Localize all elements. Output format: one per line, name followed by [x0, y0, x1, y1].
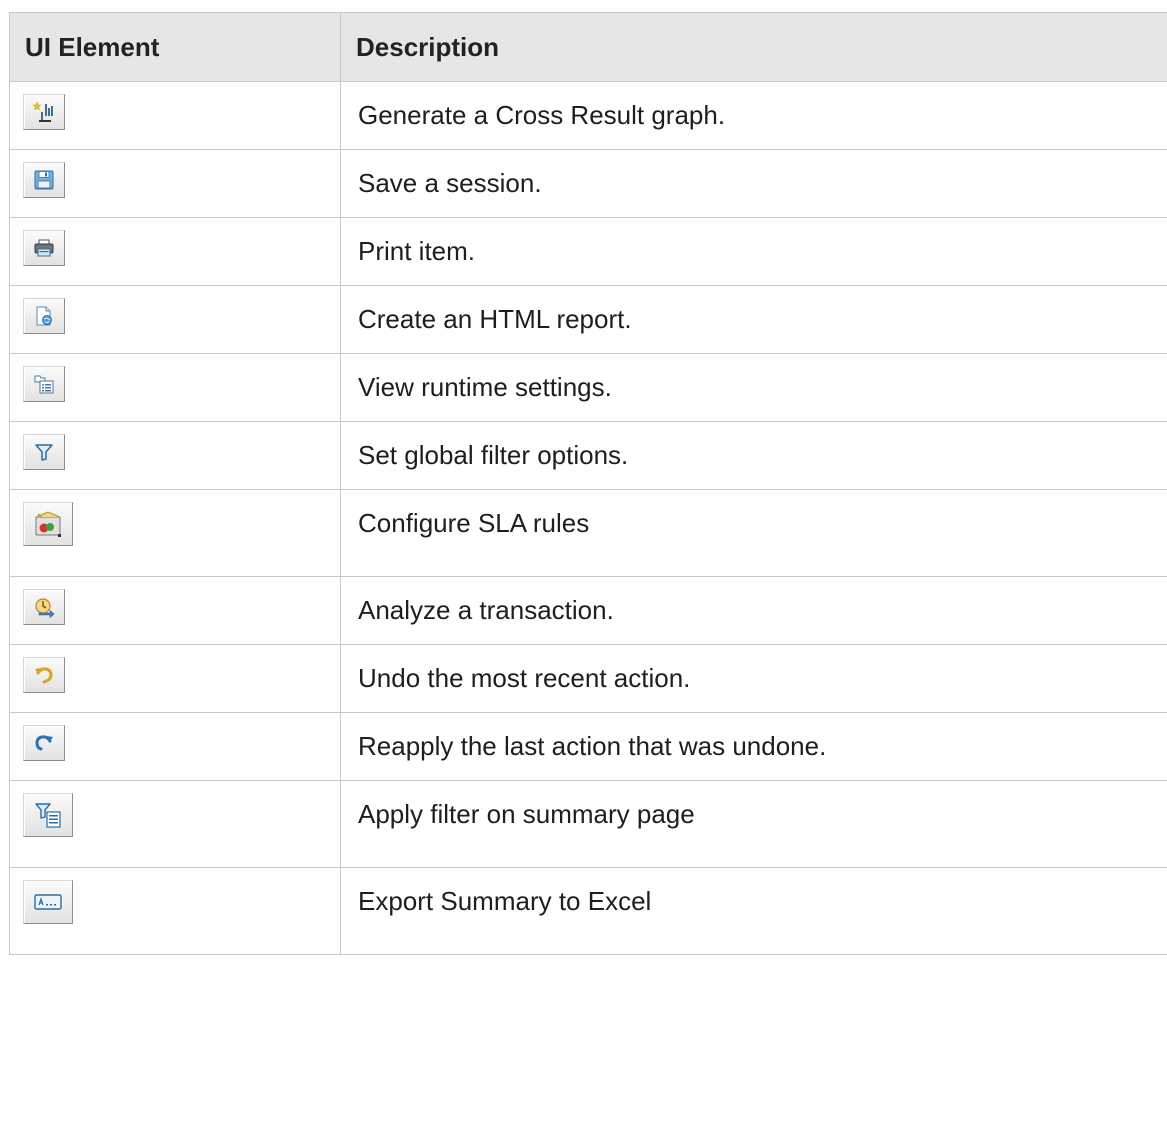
- row-description: Apply filter on summary page: [358, 799, 695, 829]
- ui-element-cell: [9, 285, 341, 354]
- summary-filter-button[interactable]: [23, 793, 73, 837]
- ui-element-cell: [9, 489, 341, 577]
- table-row: Generate a Cross Result graph.: [9, 81, 1167, 150]
- sla-rules-icon: [35, 511, 61, 537]
- ui-element-cell: [9, 576, 341, 645]
- description-cell: Configure SLA rules: [340, 489, 1167, 577]
- html-report-button[interactable]: [23, 298, 65, 334]
- save-button[interactable]: [23, 162, 65, 198]
- print-button[interactable]: [23, 230, 65, 266]
- analyze-transaction-button[interactable]: [23, 589, 65, 625]
- row-description: Generate a Cross Result graph.: [358, 100, 726, 130]
- filter-icon: [35, 444, 53, 461]
- redo-button[interactable]: [23, 725, 65, 761]
- description-cell: Export Summary to Excel: [340, 867, 1167, 955]
- ui-element-cell: [9, 217, 341, 286]
- description-cell: Apply filter on summary page: [340, 780, 1167, 868]
- sla-rules-button[interactable]: [23, 502, 73, 546]
- row-description: Undo the most recent action.: [358, 663, 691, 693]
- row-description: Set global filter options.: [358, 440, 629, 470]
- runtime-settings-icon: [34, 375, 54, 394]
- table-row: Create an HTML report.: [9, 285, 1167, 354]
- table-row: Set global filter options.: [9, 421, 1167, 490]
- table-row: View runtime settings.: [9, 353, 1167, 422]
- table-row: Analyze a transaction.: [9, 576, 1167, 645]
- table-row: Undo the most recent action.: [9, 644, 1167, 713]
- header-description-label: Description: [356, 31, 500, 62]
- print-icon: [34, 239, 54, 257]
- cross-result-graph-button[interactable]: [23, 94, 65, 130]
- description-cell: Set global filter options.: [340, 421, 1167, 490]
- undo-button[interactable]: [23, 657, 65, 693]
- header-ui-element: UI Element: [9, 12, 341, 82]
- description-cell: Generate a Cross Result graph.: [340, 81, 1167, 150]
- analyze-transaction-icon: [35, 598, 55, 618]
- ui-elements-table: UI Element Description Generate a Cross …: [9, 12, 1167, 955]
- redo-icon: [35, 735, 53, 751]
- ui-element-cell: [9, 867, 341, 955]
- table-header-row: UI Element Description: [9, 12, 1167, 82]
- header-ui-element-label: UI Element: [25, 31, 160, 62]
- ui-element-cell: [9, 712, 341, 781]
- row-description: View runtime settings.: [358, 372, 612, 402]
- ui-element-cell: [9, 780, 341, 868]
- description-cell: Analyze a transaction.: [340, 576, 1167, 645]
- table-row: Export Summary to Excel: [9, 867, 1167, 955]
- ui-element-cell: [9, 644, 341, 713]
- description-cell: Save a session.: [340, 149, 1167, 218]
- table-row: Print item.: [9, 217, 1167, 286]
- table-row: Reapply the last action that was undone.: [9, 712, 1167, 781]
- runtime-settings-button[interactable]: [23, 366, 65, 402]
- ui-element-cell: [9, 149, 341, 218]
- table-row: Save a session.: [9, 149, 1167, 218]
- export-excel-button[interactable]: [23, 880, 73, 924]
- row-description: Configure SLA rules: [358, 508, 590, 538]
- description-cell: Print item.: [340, 217, 1167, 286]
- description-cell: Create an HTML report.: [340, 285, 1167, 354]
- save-icon: [34, 170, 54, 190]
- row-description: Analyze a transaction.: [358, 595, 614, 625]
- undo-icon: [35, 667, 53, 684]
- header-description: Description: [340, 12, 1167, 82]
- row-description: Create an HTML report.: [358, 304, 632, 334]
- description-cell: Reapply the last action that was undone.: [340, 712, 1167, 781]
- summary-filter-icon: [35, 803, 61, 828]
- row-description: Print item.: [358, 236, 476, 266]
- row-description: Reapply the last action that was undone.: [358, 731, 827, 761]
- row-description: Export Summary to Excel: [358, 886, 652, 916]
- ui-element-cell: [9, 81, 341, 150]
- description-cell: Undo the most recent action.: [340, 644, 1167, 713]
- table-row: Configure SLA rules: [9, 489, 1167, 577]
- export-excel-icon: [34, 894, 62, 910]
- html-report-icon: [36, 306, 52, 326]
- filter-button[interactable]: [23, 434, 65, 470]
- table-row: Apply filter on summary page: [9, 780, 1167, 868]
- cross-result-graph-icon: [32, 101, 53, 122]
- ui-element-cell: [9, 353, 341, 422]
- description-cell: View runtime settings.: [340, 353, 1167, 422]
- row-description: Save a session.: [358, 168, 542, 198]
- ui-element-cell: [9, 421, 341, 490]
